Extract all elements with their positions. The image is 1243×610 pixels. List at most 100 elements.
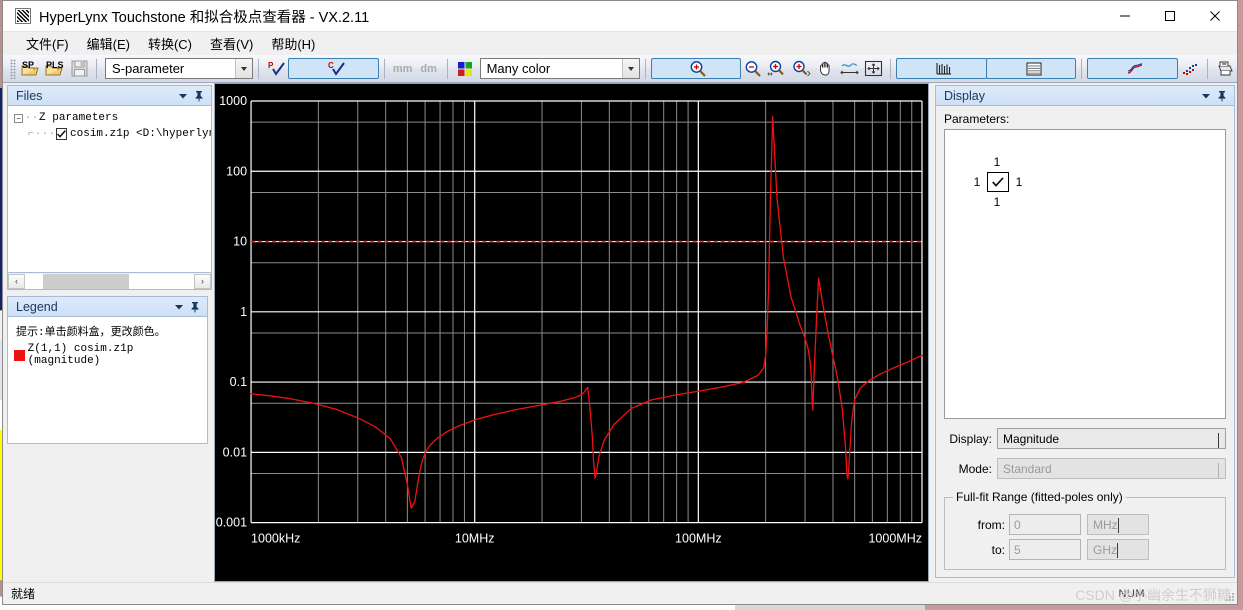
minimize-button[interactable] — [1102, 1, 1147, 32]
maximize-button[interactable] — [1147, 1, 1192, 32]
chevron-down-icon[interactable] — [171, 299, 187, 315]
horizontal-lines-icon[interactable] — [985, 58, 1077, 79]
title-bar: HyperLynx Touchstone 和拟合极点查看器 - VX.2.11 — [3, 1, 1237, 32]
matrix-cell-1-1[interactable] — [987, 172, 1009, 192]
chevron-down-icon[interactable] — [1218, 433, 1219, 448]
close-button[interactable] — [1192, 1, 1237, 32]
svg-text:1000: 1000 — [219, 94, 247, 108]
mm-units-label: mm — [392, 62, 413, 75]
scatter-plot-icon[interactable] — [1178, 57, 1202, 81]
fit-width-icon[interactable] — [837, 57, 861, 81]
parameter-type-combo[interactable]: S-parameter — [105, 58, 253, 79]
tree-row-root[interactable]: − ·· Z parameters — [14, 110, 211, 126]
curve-check-icon[interactable]: C — [288, 58, 379, 79]
color-palette-icon[interactable] — [453, 57, 477, 81]
scrollbar-thumb[interactable] — [43, 273, 129, 289]
legend-hint: 提示:单击颜料盒，更改颜色。 — [16, 327, 166, 339]
scrollbar-track[interactable] — [25, 273, 194, 289]
tree-row-child[interactable]: ⌐··· cosim.z1p <D:\hyperlynx — [14, 126, 211, 142]
scroll-right-button[interactable]: › — [194, 273, 211, 289]
status-bar: 就绪 NUM CSDN @小幽余生不狮糖 — [3, 582, 1237, 604]
legend-panel-header: Legend — [7, 296, 208, 316]
zoom-in-icon[interactable] — [650, 58, 742, 79]
chart-area[interactable]: 1000 100 10 1 0.1 0.01 0.001 1000kHz 10MHz 100MHz… — [214, 83, 929, 582]
display-mode-row: Display: Magnitude — [944, 428, 1226, 449]
files-panel: Files − ·· Z parameters ⌐··· cosim.z1p <… — [7, 85, 212, 290]
menu-item-edit[interactable]: 编辑(E) — [78, 32, 139, 55]
matrix-row-index-right: 1 — [1015, 175, 1023, 189]
workspace: Files − ·· Z parameters ⌐··· cosim.z1p <… — [3, 83, 1237, 582]
svg-text:10: 10 — [233, 235, 247, 249]
legend-entry-label: Z(1,1) cosim.z1p (magnitude) — [27, 343, 134, 367]
from-input[interactable]: 0 — [1009, 514, 1081, 535]
resize-grip[interactable] — [1223, 591, 1235, 603]
files-horizontal-scrollbar[interactable]: ‹ › — [7, 273, 212, 290]
chevron-down-icon[interactable] — [175, 88, 191, 104]
legend-entry[interactable]: Z(1,1) cosim.z1p (magnitude) — [8, 343, 207, 367]
menu-item-convert[interactable]: 转换(C) — [139, 32, 201, 55]
chevron-down-icon[interactable] — [621, 59, 639, 78]
file-checkbox[interactable] — [56, 128, 68, 140]
toolbar-separator — [1206, 58, 1208, 79]
to-unit-value: GHz — [1093, 542, 1117, 557]
zoom-out-icon[interactable] — [741, 57, 765, 81]
svg-text:P: P — [268, 61, 274, 70]
zoom-horizontal-icon[interactable] — [765, 57, 789, 81]
matrix-column-index-bottom: 1 — [993, 195, 1001, 209]
mode-select[interactable]: Standard — [997, 458, 1226, 479]
toolbar-grip[interactable] — [10, 58, 16, 79]
menu-item-help[interactable]: 帮助(H) — [262, 32, 324, 55]
dm-units-label: dm — [420, 62, 437, 75]
scroll-left-button[interactable]: ‹ — [8, 273, 25, 289]
mode-row: Mode: Standard — [944, 458, 1226, 479]
chevron-down-icon[interactable] — [235, 59, 252, 78]
save-icon[interactable] — [67, 57, 91, 81]
chevron-down-icon[interactable] — [1198, 88, 1214, 104]
legend-color-swatch[interactable] — [14, 349, 25, 361]
from-unit-value: MHz — [1093, 517, 1118, 532]
tree-child-label: cosim.z1p <D:\hyperlynx — [70, 128, 212, 140]
zoom-vertical-icon[interactable] — [789, 57, 813, 81]
impedance-plot[interactable]: 1000 100 10 1 0.1 0.01 0.001 1000kHz 10MHz 100MHz… — [215, 84, 928, 581]
pole-check-icon[interactable]: P — [264, 57, 288, 81]
parameters-matrix-box[interactable]: 1 1 1 1 — [944, 129, 1226, 419]
open-sparameter-icon[interactable]: SP — [19, 57, 43, 81]
app-checker-icon — [15, 8, 31, 24]
display-panel-body: Parameters: 1 1 1 1 Display: Magnitude M… — [935, 105, 1235, 578]
vertical-bars-icon[interactable] — [896, 58, 987, 79]
pin-icon[interactable] — [187, 299, 203, 315]
to-unit-select[interactable]: GHz — [1087, 539, 1149, 560]
menu-bar: 文件(F) 编辑(E) 转换(C) 查看(V) 帮助(H) — [3, 32, 1237, 55]
open-pulse-icon[interactable]: PLS — [43, 57, 67, 81]
files-panel-body: − ·· Z parameters ⌐··· cosim.z1p <D:\hyp… — [7, 105, 212, 273]
parameter-type-value: S-parameter — [112, 61, 185, 76]
tree-connector: ·· — [25, 112, 40, 124]
files-tree[interactable]: − ·· Z parameters ⌐··· cosim.z1p <D:\hyp… — [8, 106, 211, 142]
toolbar-separator — [890, 58, 892, 79]
hand-icon[interactable] — [813, 57, 837, 81]
menu-item-view[interactable]: 查看(V) — [201, 32, 262, 55]
printer-icon[interactable] — [1213, 57, 1237, 81]
dm-units-button[interactable]: dm — [416, 57, 442, 81]
fullfit-to-row: to: 5 GHz — [953, 539, 1217, 560]
from-unit-select[interactable]: MHz — [1087, 514, 1149, 535]
chevron-down-icon — [1117, 542, 1118, 558]
display-select[interactable]: Magnitude — [997, 428, 1226, 449]
status-text: 就绪 — [11, 587, 36, 601]
menu-item-file[interactable]: 文件(F) — [17, 32, 78, 55]
tree-root-label: Z parameters — [39, 112, 119, 124]
chevron-down-icon — [1218, 463, 1219, 478]
color-scheme-value: Many color — [486, 61, 551, 76]
pin-icon[interactable] — [1214, 88, 1230, 104]
pin-icon[interactable] — [191, 88, 207, 104]
fit-all-icon[interactable] — [861, 57, 885, 81]
legend-panel-title: Legend — [16, 299, 58, 314]
mm-units-button[interactable]: mm — [390, 57, 416, 81]
to-input[interactable]: 5 — [1009, 539, 1081, 560]
toolbar-separator — [1081, 58, 1083, 79]
tree-collapse-icon[interactable]: − — [14, 113, 23, 123]
color-scheme-combo[interactable]: Many color — [479, 58, 640, 79]
line-plot-icon[interactable] — [1087, 58, 1178, 79]
toolbar-separator — [446, 58, 448, 79]
matrix-middle-row: 1 1 — [967, 172, 1029, 192]
